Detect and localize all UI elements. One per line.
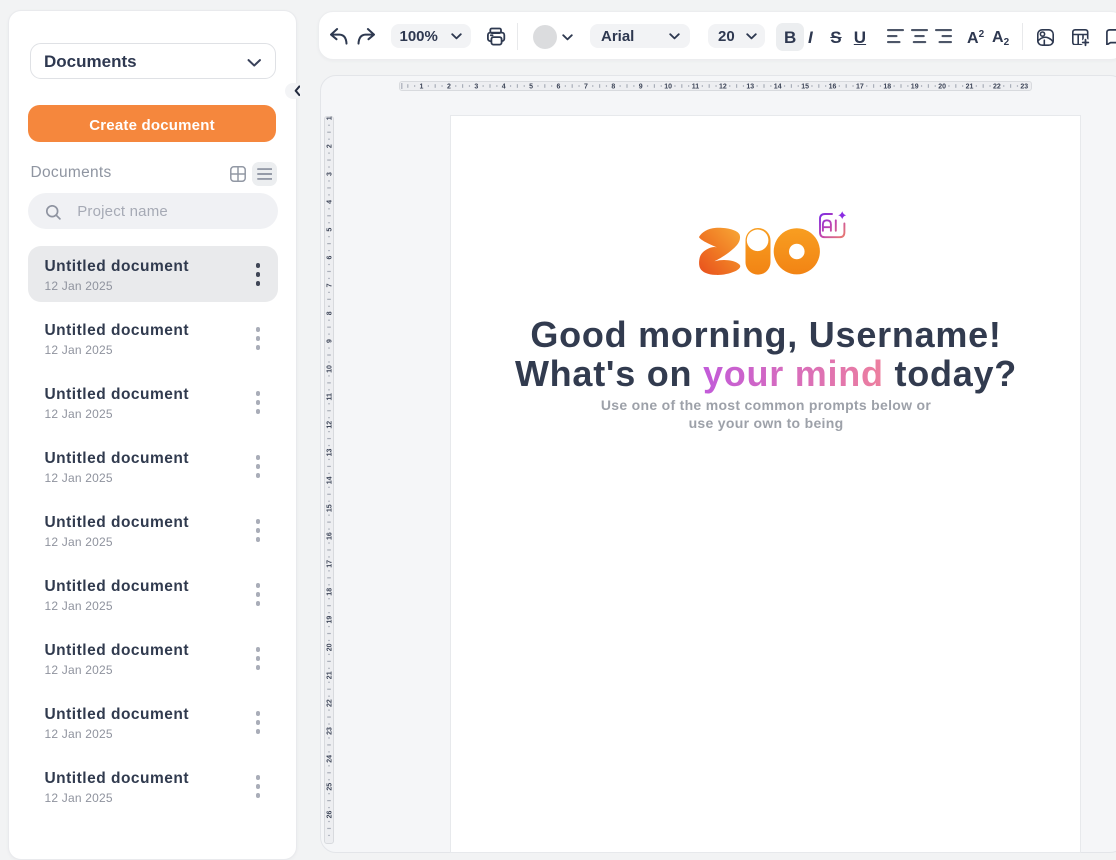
svg-text:26: 26 bbox=[326, 810, 333, 818]
svg-text:12: 12 bbox=[719, 83, 727, 90]
svg-text:6: 6 bbox=[326, 255, 333, 259]
svg-text:21: 21 bbox=[966, 83, 974, 90]
svg-text:18: 18 bbox=[883, 83, 891, 90]
svg-text:16: 16 bbox=[829, 83, 837, 90]
svg-text:17: 17 bbox=[856, 83, 864, 90]
svg-text:21: 21 bbox=[326, 671, 333, 679]
svg-text:7: 7 bbox=[326, 283, 333, 287]
svg-text:13: 13 bbox=[746, 83, 754, 90]
svg-text:2: 2 bbox=[447, 83, 451, 90]
svg-text:8: 8 bbox=[326, 311, 333, 315]
svg-text:23: 23 bbox=[1020, 83, 1028, 90]
svg-text:15: 15 bbox=[801, 83, 809, 90]
svg-text:8: 8 bbox=[611, 83, 615, 90]
svg-text:5: 5 bbox=[326, 227, 333, 231]
svg-text:3: 3 bbox=[474, 83, 478, 90]
svg-text:16: 16 bbox=[326, 532, 333, 540]
svg-text:22: 22 bbox=[326, 699, 333, 707]
svg-text:25: 25 bbox=[326, 782, 333, 790]
svg-text:5: 5 bbox=[529, 83, 533, 90]
svg-text:24: 24 bbox=[326, 754, 333, 762]
svg-text:4: 4 bbox=[326, 199, 333, 203]
svg-text:23: 23 bbox=[326, 727, 333, 735]
svg-text:19: 19 bbox=[326, 615, 333, 623]
svg-text:22: 22 bbox=[993, 83, 1001, 90]
svg-text:15: 15 bbox=[326, 504, 333, 512]
svg-text:1: 1 bbox=[326, 116, 333, 120]
svg-text:4: 4 bbox=[502, 83, 506, 90]
svg-text:14: 14 bbox=[326, 476, 333, 484]
svg-text:9: 9 bbox=[326, 339, 333, 343]
svg-text:10: 10 bbox=[664, 83, 672, 90]
svg-text:20: 20 bbox=[938, 83, 946, 90]
svg-text:18: 18 bbox=[326, 587, 333, 595]
svg-text:20: 20 bbox=[326, 643, 333, 651]
svg-text:19: 19 bbox=[911, 83, 919, 90]
svg-text:17: 17 bbox=[326, 559, 333, 567]
svg-text:2: 2 bbox=[326, 144, 333, 148]
svg-text:14: 14 bbox=[774, 83, 782, 90]
svg-text:11: 11 bbox=[326, 392, 333, 400]
svg-text:3: 3 bbox=[326, 171, 333, 175]
svg-text:6: 6 bbox=[557, 83, 561, 90]
svg-text:12: 12 bbox=[326, 420, 333, 428]
svg-text:13: 13 bbox=[326, 448, 333, 456]
svg-text:7: 7 bbox=[584, 83, 588, 90]
svg-text:10: 10 bbox=[326, 365, 333, 373]
svg-text:11: 11 bbox=[692, 83, 700, 90]
svg-text:9: 9 bbox=[639, 83, 643, 90]
svg-text:1: 1 bbox=[420, 83, 424, 90]
